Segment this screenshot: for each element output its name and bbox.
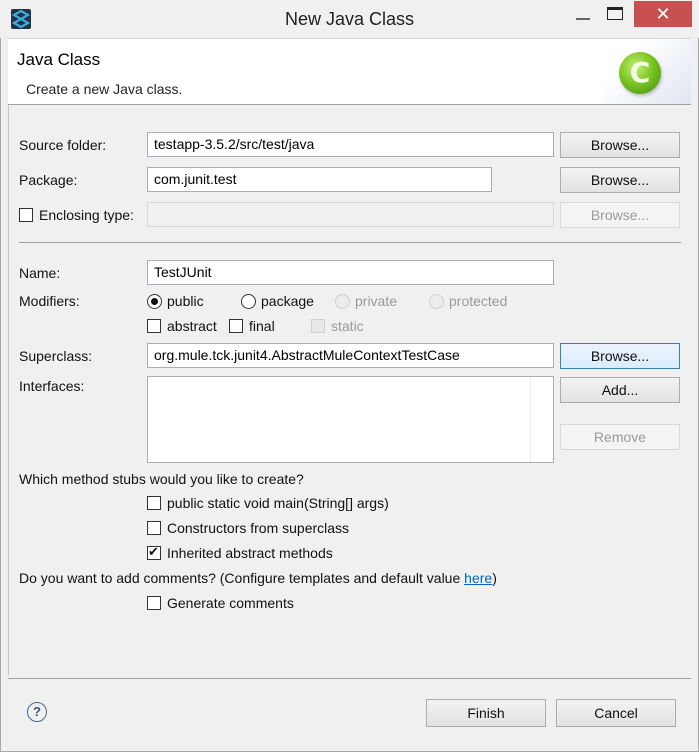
interfaces-list[interactable] [147,376,554,463]
name-label: Name: [19,265,61,281]
static-label: static [331,318,364,334]
content-border [8,105,9,675]
section-divider [19,242,681,243]
superclass-browse-button[interactable]: Browse... [560,343,680,369]
method-stubs-question: Which method stubs would you like to cre… [19,471,304,487]
footer-divider [8,678,691,679]
abstract-label: abstract [167,318,217,334]
comments-question: Do you want to add comments? (Configure … [19,570,497,586]
close-button[interactable]: ✕ [634,1,692,27]
modifier-package-label: package [261,293,314,309]
enclosing-type-browse-button[interactable]: Browse... [560,202,680,228]
wizard-description: Create a new Java class. [26,81,183,97]
cancel-button[interactable]: Cancel [556,699,676,727]
java-class-icon: C [619,52,661,94]
main-method-label: public static void main(String[] args) [167,495,389,511]
title-bar: New Java Class ✕ [0,0,699,38]
header-divider [8,104,691,105]
wizard-title: Java Class [17,50,101,69]
package-label: Package: [19,172,78,188]
inherited-abstract-methods-checkbox[interactable] [147,544,161,560]
package-browse-button[interactable]: Browse... [560,167,680,193]
final-checkbox[interactable] [229,319,243,333]
enclosing-type-checkbox[interactable] [19,208,33,222]
modifier-private-radio[interactable] [335,294,350,309]
superclass-input[interactable]: org.mule.tck.junit4.AbstractMuleContextT… [147,343,554,368]
enclosing-type-input[interactable] [147,202,554,227]
constructors-checkbox[interactable] [147,521,161,535]
modifier-private-label: private [355,293,398,309]
abstract-checkbox[interactable] [147,319,161,333]
minimize-button[interactable] [574,6,600,26]
remove-interface-button[interactable]: Remove [560,424,680,450]
add-interface-button[interactable]: Add... [560,377,680,403]
source-folder-browse-button[interactable]: Browse... [560,132,680,158]
generate-comments-checkbox[interactable] [147,596,161,610]
modifier-public-label: public [167,293,204,309]
modifier-package-radio[interactable] [241,294,256,309]
modifier-public-radio[interactable] [147,294,162,309]
source-folder-input[interactable]: testapp-3.5.2/src/test/java [147,132,554,157]
constructors-label: Constructors from superclass [167,520,350,536]
maximize-button[interactable] [607,7,623,20]
configure-templates-link[interactable]: here [464,570,492,586]
package-input[interactable]: com.junit.test [147,167,492,192]
class-name-input[interactable]: TestJUnit [147,260,554,285]
superclass-label: Superclass: [19,348,93,364]
final-label: final [249,318,275,334]
modifier-protected-radio[interactable] [429,294,444,309]
generate-comments-label: Generate comments [167,595,294,611]
source-folder-label: Source folder: [19,137,107,153]
modifier-protected-label: protected [449,293,508,309]
interfaces-label: Interfaces: [19,378,85,394]
help-icon[interactable]: ? [27,702,47,722]
wizard-header: Java Class Create a new Java class. [8,38,691,105]
static-checkbox[interactable] [311,319,325,333]
modifiers-label: Modifiers: [19,293,80,309]
enclosing-type-label: Enclosing type: [39,207,134,223]
main-method-checkbox[interactable] [147,496,161,510]
inherited-abstract-methods-label: Inherited abstract methods [167,545,333,561]
finish-button[interactable]: Finish [426,699,546,727]
